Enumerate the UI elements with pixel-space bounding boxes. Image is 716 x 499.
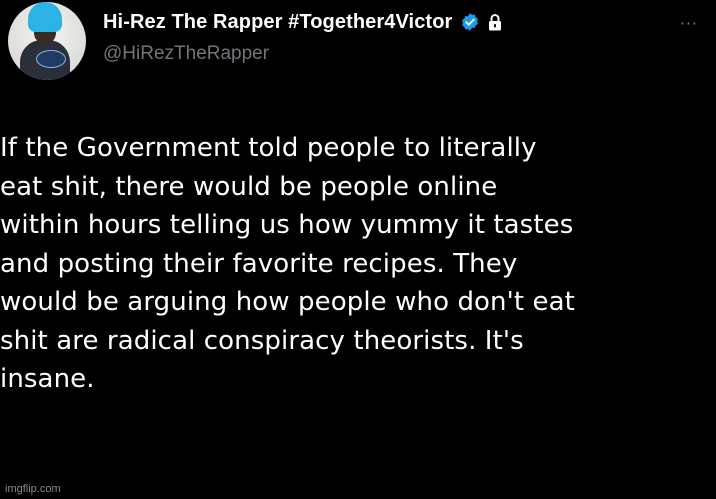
more-options-icon[interactable]: ··· — [680, 14, 698, 33]
avatar-badge — [36, 50, 66, 68]
watermark: imgflip.com — [5, 483, 61, 495]
tweet-text: If the Government told people to literal… — [0, 133, 575, 394]
author-name-row: Hi-Rez The Rapper #Together4Victor — [103, 8, 502, 36]
tweet-card: Hi-Rez The Rapper #Together4Victor ··· @… — [0, 0, 716, 458]
lock-icon — [489, 14, 502, 31]
author-handle[interactable]: @HiRezTheRapper — [103, 43, 269, 65]
author-display-name[interactable]: Hi-Rez The Rapper #Together4Victor — [103, 11, 452, 34]
screenshot-frame: Hi-Rez The Rapper #Together4Victor ··· @… — [0, 0, 716, 499]
avatar-hair — [28, 2, 62, 32]
avatar[interactable] — [8, 2, 86, 80]
verified-icon — [462, 13, 479, 31]
